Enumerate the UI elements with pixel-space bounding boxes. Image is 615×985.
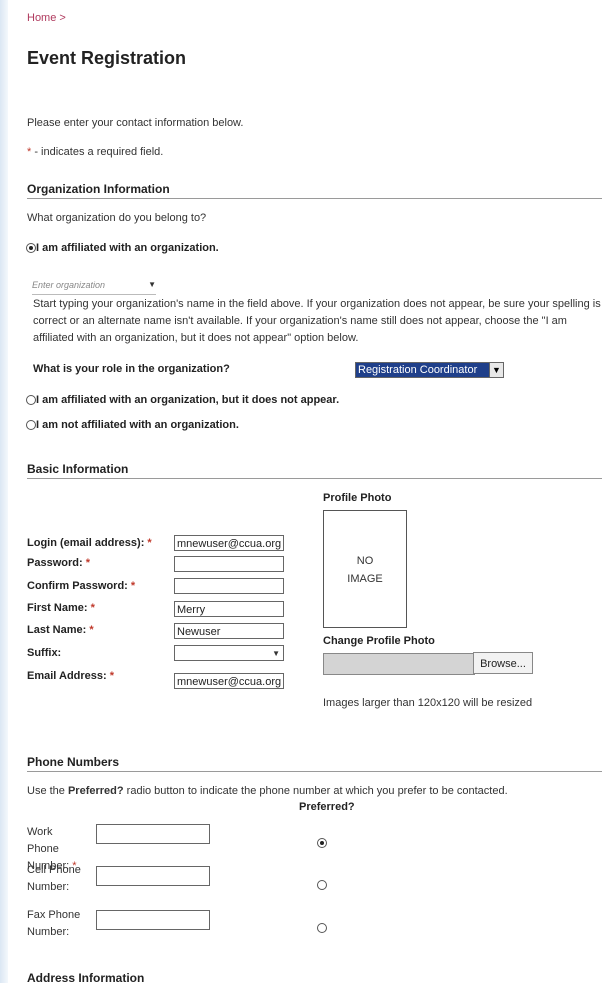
radio-not-affiliated-label: I am not affiliated with an organization… — [36, 419, 239, 431]
change-profile-photo-label: Change Profile Photo — [323, 635, 435, 647]
profile-photo-label: Profile Photo — [323, 492, 392, 504]
preferred-radio-work[interactable] — [317, 838, 327, 848]
organization-section-heading: Organization Information — [27, 182, 602, 199]
first-name-field[interactable]: Merry — [174, 601, 284, 617]
email-field[interactable]: mnewuser@ccua.org — [174, 673, 284, 689]
fax-phone-field[interactable] — [96, 910, 210, 930]
resize-note: Images larger than 120x120 will be resiz… — [323, 697, 533, 709]
left-gradient-stripe — [0, 0, 8, 983]
confirm-password-label: Confirm Password: * — [27, 580, 136, 592]
required-note: * - indicates a required field. — [27, 146, 163, 158]
organization-help-text: Start typing your organization's name in… — [33, 298, 601, 344]
suffix-select[interactable]: ▼ — [174, 645, 284, 661]
last-name-label: Last Name: * — [27, 624, 94, 636]
last-name-field[interactable]: Newuser — [174, 623, 284, 639]
role-select-value: Registration Coordinator — [356, 363, 489, 377]
radio-affiliated-not-listed-label: I am affiliated with an organization, bu… — [36, 394, 340, 406]
fax-phone-label: Fax Phone Number: — [27, 909, 81, 938]
organization-select[interactable]: Enter organization ▼ — [32, 280, 156, 295]
dropdown-arrow-icon: ▼ — [148, 280, 156, 289]
cell-phone-field[interactable] — [96, 866, 210, 886]
preferred-radio-cell[interactable] — [317, 880, 327, 890]
phone-section-heading: Phone Numbers — [27, 755, 602, 772]
dropdown-arrow-icon: ▼ — [272, 649, 280, 658]
preferred-radio-fax[interactable] — [317, 923, 327, 933]
breadcrumb-home[interactable]: Home > — [27, 12, 66, 24]
no-image-line2: IMAGE — [347, 573, 383, 585]
cell-phone-label: Cell Phone Number: — [27, 864, 81, 893]
page-title: Event Registration — [27, 48, 187, 68]
chevron-down-icon[interactable]: ▼ — [489, 363, 503, 377]
radio-affiliated[interactable] — [26, 243, 36, 253]
radio-not-affiliated[interactable] — [26, 420, 36, 430]
work-phone-field[interactable] — [96, 824, 210, 844]
login-field[interactable]: mnewuser@ccua.org — [174, 535, 284, 551]
organization-question: What organization do you belong to? — [27, 212, 207, 224]
confirm-password-field[interactable] — [174, 578, 284, 594]
organization-select-placeholder: Enter organization — [32, 280, 106, 290]
login-label: Login (email address): * — [27, 537, 152, 549]
role-label: What is your role in the organization? — [33, 363, 230, 375]
first-name-label: First Name: * — [27, 602, 95, 614]
no-image-line1: NO — [356, 555, 374, 567]
basic-section-heading: Basic Information — [27, 462, 602, 479]
radio-affiliated-label: I am affiliated with an organization. — [36, 242, 219, 254]
profile-photo-placeholder: NO IMAGE — [323, 510, 407, 628]
browse-button[interactable]: Browse... — [473, 652, 533, 674]
intro-text: Please enter your contact information be… — [27, 117, 244, 129]
role-select[interactable]: Registration Coordinator ▼ — [355, 362, 504, 378]
password-field[interactable] — [174, 556, 284, 572]
required-note-text: - indicates a required field. — [31, 146, 164, 158]
suffix-label: Suffix: — [27, 647, 62, 659]
preferred-column-header: Preferred? — [299, 801, 355, 813]
profile-photo-file-input[interactable] — [323, 653, 475, 675]
email-label: Email Address: * — [27, 670, 115, 682]
radio-affiliated-not-listed[interactable] — [26, 395, 36, 405]
password-label: Password: * — [27, 557, 90, 569]
phone-instruction: Use the Preferred? radio button to indic… — [27, 785, 508, 797]
